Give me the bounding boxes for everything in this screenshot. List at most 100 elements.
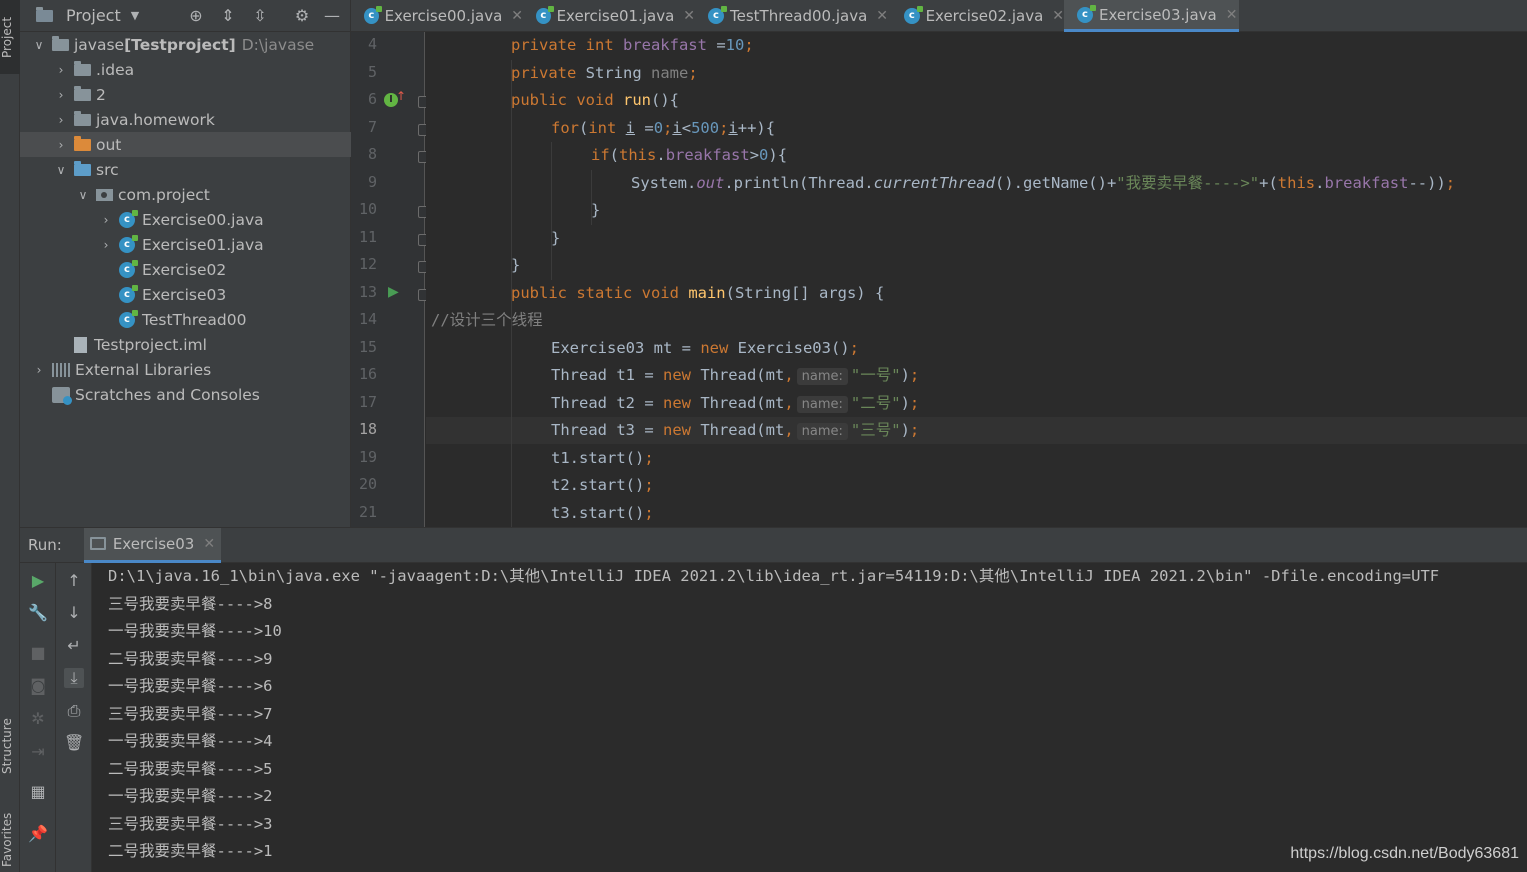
- stop-icon[interactable]: ■: [28, 643, 48, 663]
- chevron-down-icon[interactable]: ∨: [76, 188, 90, 202]
- tab-exercise00-java[interactable]: c Exercise00.java ✕: [351, 0, 523, 32]
- code-token: }: [551, 228, 561, 247]
- tree-item-external-libraries[interactable]: › External Libraries: [20, 357, 351, 382]
- tree-item-testproject-iml[interactable]: Testproject.iml: [20, 332, 351, 357]
- code-line: private String name;: [511, 60, 698, 87]
- close-icon[interactable]: ✕: [1052, 8, 1064, 24]
- line-number: 18: [358, 420, 377, 438]
- close-icon[interactable]: ✕: [683, 8, 695, 24]
- camera-icon[interactable]: ◙: [28, 676, 48, 696]
- close-icon[interactable]: ✕: [1226, 7, 1238, 23]
- run-main-icon[interactable]: ▶: [388, 284, 399, 300]
- tab-label: Exercise03.java: [1099, 5, 1217, 24]
- line-number: 21: [358, 502, 377, 521]
- tree-item-exercise01-java[interactable]: › c Exercise01.java: [20, 232, 351, 257]
- structure-tool-tab[interactable]: Structure: [0, 700, 20, 792]
- code-token: "我要卖早餐---->": [1116, 173, 1260, 192]
- rerun-icon[interactable]: ▶: [28, 571, 48, 591]
- tree-item--idea[interactable]: › .idea: [20, 57, 351, 82]
- tree-item-out[interactable]: › out: [20, 132, 351, 157]
- code-line: }: [591, 197, 600, 224]
- tree-item-src[interactable]: ∨ src: [20, 157, 351, 182]
- code-line: System.out.println(Thread.currentThread(…: [631, 170, 1455, 197]
- code-token: ;: [744, 36, 754, 54]
- scratches-icon: [52, 386, 72, 405]
- exit-icon[interactable]: ⇥: [28, 742, 48, 762]
- tree-item-com-project[interactable]: ∨ com.project: [20, 182, 351, 207]
- tree-item-testthread00[interactable]: c TestThread00: [20, 307, 351, 332]
- chevron-down-icon[interactable]: ∨: [32, 38, 46, 52]
- tree-item-java-homework[interactable]: › java.homework: [20, 107, 351, 132]
- chevron-right-icon[interactable]: ›: [54, 63, 68, 77]
- gear-icon[interactable]: ⚙: [292, 6, 312, 26]
- chevron-right-icon[interactable]: ›: [54, 113, 68, 127]
- code-token: 10: [725, 36, 745, 54]
- project-tool-tab[interactable]: Project: [0, 0, 20, 74]
- tree-item-2[interactable]: › 2: [20, 82, 351, 107]
- code-token: Thread(mt: [700, 366, 785, 384]
- code-line: private int breakfast =10;: [511, 32, 754, 59]
- project-path-label: D:\javase: [241, 35, 315, 54]
- layout-icon[interactable]: ▦: [28, 782, 48, 802]
- code-token: .println(Thread.: [724, 173, 874, 192]
- chevron-down-icon[interactable]: ∨: [54, 163, 68, 177]
- arrow-down-icon[interactable]: ↓: [64, 603, 84, 623]
- close-icon[interactable]: ✕: [203, 536, 215, 552]
- chevron-right-icon[interactable]: ›: [99, 213, 113, 227]
- wrench-icon[interactable]: 🔧: [28, 603, 48, 623]
- expand-all-icon[interactable]: ⇕: [218, 6, 238, 26]
- code-line: }: [511, 252, 520, 279]
- tree-item-javase[interactable]: ∨ javase [Testproject] D:\javase: [20, 32, 351, 57]
- tree-item-exercise00-java[interactable]: › c Exercise00.java: [20, 207, 351, 232]
- watermark: https://blog.csdn.net/Body63681: [1290, 845, 1519, 862]
- line-number: 14: [358, 310, 377, 328]
- line-number: 6: [367, 90, 377, 108]
- code-token: t1.start(): [551, 448, 645, 467]
- chevron-down-icon[interactable]: ▼: [131, 9, 139, 22]
- pin-icon[interactable]: 📌: [28, 824, 48, 844]
- close-icon[interactable]: ✕: [876, 8, 888, 24]
- project-view-selector[interactable]: Project: [66, 6, 121, 25]
- code-token: t3.start(): [551, 503, 645, 522]
- code-line: if(this.breakfast>0){: [591, 142, 787, 169]
- favorites-tool-tab[interactable]: Favorites: [0, 808, 20, 872]
- tree-item-scratches-and-consoles[interactable]: Scratches and Consoles: [20, 382, 351, 407]
- hide-panel-icon[interactable]: —: [322, 6, 342, 26]
- code-editor[interactable]: private int breakfast =10; private String…: [426, 32, 1527, 527]
- code-token: i: [672, 118, 682, 137]
- chevron-right-icon[interactable]: ›: [99, 238, 113, 252]
- tab-exercise02-java[interactable]: c Exercise02.java ✕: [891, 0, 1064, 32]
- tree-item-label: TestThread00: [142, 310, 247, 329]
- tab-exercise01-java[interactable]: c Exercise01.java ✕: [523, 0, 695, 32]
- arrow-up-icon[interactable]: ↑: [64, 571, 84, 591]
- tree-item-label: External Libraries: [75, 360, 212, 379]
- debug-icon[interactable]: ✲: [28, 709, 48, 729]
- tree-item-exercise02[interactable]: c Exercise02: [20, 257, 351, 282]
- trash-icon[interactable]: 🗑: [64, 733, 84, 753]
- java-class-icon: c: [536, 6, 554, 24]
- code-token: new: [700, 338, 738, 357]
- indent-guide: [511, 307, 512, 527]
- code-token: ;: [909, 393, 920, 412]
- tab-testthread00-java[interactable]: c TestThread00.java ✕: [695, 0, 891, 32]
- close-icon[interactable]: ✕: [511, 8, 523, 24]
- scroll-to-end-icon[interactable]: ⤓: [64, 668, 84, 688]
- run-label: Run:: [28, 536, 62, 554]
- run-tab-exercise03[interactable]: Exercise03 ✕: [83, 527, 222, 563]
- tab-exercise03-java[interactable]: c Exercise03.java ✕: [1064, 0, 1239, 32]
- chevron-right-icon[interactable]: ›: [32, 363, 46, 377]
- code-token: i: [728, 118, 738, 137]
- soft-wrap-icon[interactable]: ↵: [64, 636, 84, 656]
- print-icon[interactable]: ⎙: [64, 701, 84, 721]
- collapse-all-icon[interactable]: ⇳: [250, 6, 270, 26]
- chevron-right-icon[interactable]: ›: [54, 138, 68, 152]
- locate-icon[interactable]: ⊕: [186, 6, 206, 26]
- package-icon: [96, 188, 113, 201]
- code-line: t2.start();: [551, 472, 654, 499]
- chevron-right-icon[interactable]: ›: [54, 88, 68, 102]
- tree-item-exercise03[interactable]: c Exercise03: [20, 282, 351, 307]
- tree-item-label: out: [96, 135, 122, 154]
- indent-guide: [551, 142, 552, 280]
- run-console[interactable]: D:\1\java.16_1\bin\java.exe "-javaagent:…: [93, 563, 1527, 872]
- run-toolbar-primary: ▶ 🔧 ■ ◙ ✲ ⇥ ▦ 📌: [20, 563, 56, 872]
